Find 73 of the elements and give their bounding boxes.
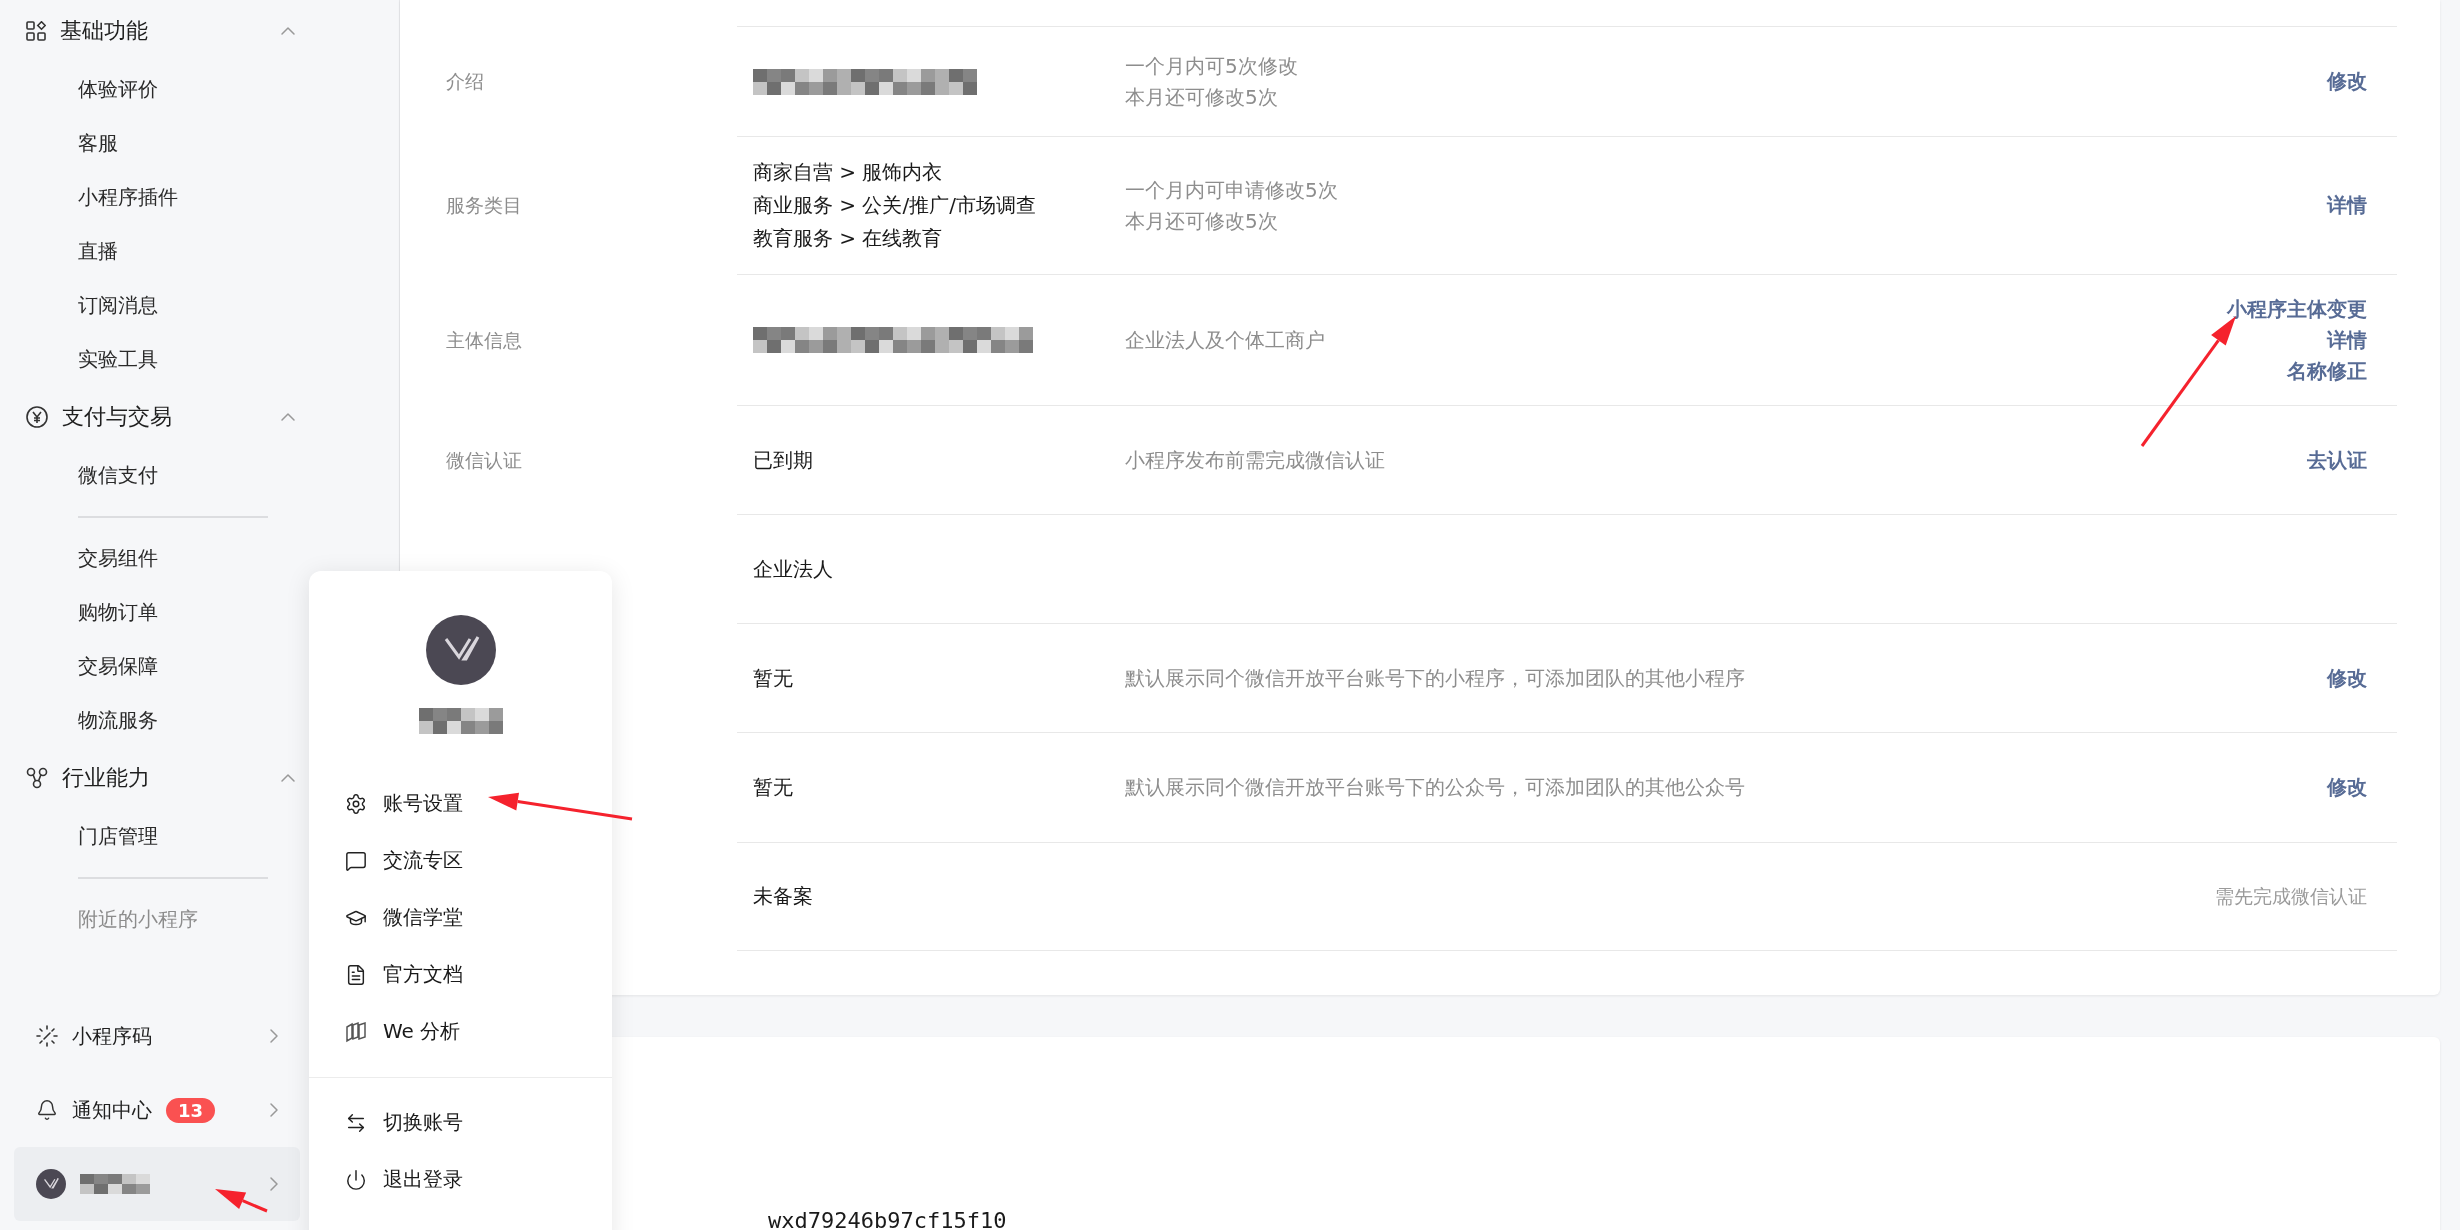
nav-group-header[interactable]: 支付与交易: [0, 386, 300, 448]
menu-item[interactable]: 交流专区: [309, 832, 612, 889]
nodes-icon: [26, 767, 48, 789]
action-link[interactable]: 小程序主体变更: [2227, 295, 2367, 323]
menu-item[interactable]: 切换账号: [309, 1094, 612, 1151]
app-id: wxd79246b97cf15f10: [768, 1208, 1007, 1230]
row-note: 本月还可修改5次: [1125, 207, 1279, 235]
yen-icon: [26, 406, 48, 428]
row-label: 服务类目: [446, 193, 522, 218]
nav-item[interactable]: 微信支付: [0, 448, 300, 502]
action-link[interactable]: 修改: [2327, 774, 2367, 801]
nav-group-header[interactable]: 行业能力: [0, 747, 300, 809]
row-note: 企业法人及个体工商户: [1125, 326, 1326, 354]
nav-item[interactable]: 交易保障: [0, 639, 300, 693]
power-icon: [345, 1168, 367, 1191]
avatar: [36, 1169, 66, 1199]
document-icon: [345, 963, 367, 986]
row-value: 商家自营 > 服饰内衣: [753, 159, 944, 186]
nav-item[interactable]: 订阅消息: [0, 278, 300, 332]
arrow: [215, 1189, 268, 1213]
row-label: 介绍: [446, 69, 484, 94]
row-note: 本月还可修改5次: [1125, 83, 1279, 111]
nav-item[interactable]: 物流服务: [0, 693, 300, 747]
row-note: 默认展示同个微信开放平台账号下的公众号，可添加团队的其他公众号: [1125, 774, 1746, 801]
row-value: 暂无: [753, 774, 794, 801]
action-link[interactable]: 详情: [2327, 326, 2367, 354]
nav-item[interactable]: 小程序插件: [0, 170, 300, 224]
nav-item[interactable]: 客服: [0, 116, 300, 170]
menu-item[interactable]: 官方文档: [309, 946, 612, 1003]
nav-item[interactable]: 直播: [0, 224, 300, 278]
row-note: 一个月内可5次修改: [1125, 52, 1299, 80]
menu-item[interactable]: We 分析: [309, 1003, 612, 1060]
action-link[interactable]: 修改: [2327, 68, 2367, 95]
nav-item[interactable]: 实验工具: [0, 332, 300, 386]
row-note: 默认展示同个微信开放平台账号下的小程序，可添加团队的其他小程序: [1125, 664, 1746, 692]
action-link[interactable]: 修改: [2327, 664, 2367, 692]
columns-icon: [345, 1020, 367, 1043]
swap-icon: [345, 1111, 367, 1134]
nav-item[interactable]: 购物订单: [0, 585, 300, 639]
row-note: 一个月内可申请修改5次: [1125, 176, 1339, 204]
row-value: 企业法人: [753, 555, 834, 583]
menu-item[interactable]: 账号设置: [309, 775, 612, 832]
count-badge: 13: [166, 1097, 216, 1123]
menu-item[interactable]: 退出登录: [309, 1151, 612, 1208]
action-hint: 需先完成微信认证: [2215, 884, 2367, 909]
row-note: 小程序发布前需完成微信认证: [1125, 446, 1386, 474]
blurred-text-drawing: [80, 1174, 150, 1194]
grid-icon: [26, 21, 46, 41]
row-value: 暂无: [753, 664, 794, 692]
nav-link[interactable]: 通知中心 13: [14, 1073, 300, 1147]
row-value: 教育服务 > 在线教育: [753, 225, 944, 252]
menu-item[interactable]: 微信学堂: [309, 889, 612, 946]
nav-item[interactable]: 体验评价: [0, 62, 300, 116]
account-row[interactable]: [14, 1147, 300, 1221]
action-link[interactable]: 去认证: [2307, 446, 2367, 474]
chat-icon: [345, 849, 367, 872]
avatar: [425, 615, 496, 685]
row-label: 主体信息: [446, 327, 522, 353]
nav-label: 通知中心: [72, 1096, 152, 1124]
nav-label: 小程序码: [72, 1022, 152, 1050]
nav-group-header[interactable]: 基础功能: [0, 0, 300, 62]
action-link[interactable]: 详情: [2327, 192, 2367, 219]
nav-item[interactable]: 交易组件: [0, 531, 300, 585]
row-label: 微信认证: [446, 447, 522, 473]
nav-link[interactable]: 小程序码: [14, 999, 300, 1073]
bell-icon: [36, 1099, 58, 1121]
action-link[interactable]: 名称修正: [2287, 357, 2367, 385]
row-value: 商业服务 > 公关/推广/市场调查: [753, 192, 1037, 219]
row-value: 未备案: [753, 883, 814, 910]
row-value: 已到期: [753, 446, 814, 474]
settings-icon: [345, 792, 367, 815]
sparkle-icon: [36, 1025, 58, 1047]
nav-item[interactable]: 门店管理: [0, 809, 300, 863]
